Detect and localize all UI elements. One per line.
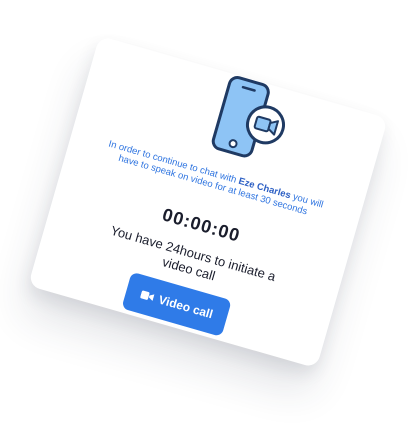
video-verification-card: In order to continue to chat with Eze Ch… [27,35,389,369]
stage: In order to continue to chat with Eze Ch… [0,0,416,430]
phone-video-icon [198,67,306,179]
video-call-label: Video call [156,292,215,322]
card-content: In order to continue to chat with Eze Ch… [28,36,388,369]
camera-icon [139,289,155,302]
